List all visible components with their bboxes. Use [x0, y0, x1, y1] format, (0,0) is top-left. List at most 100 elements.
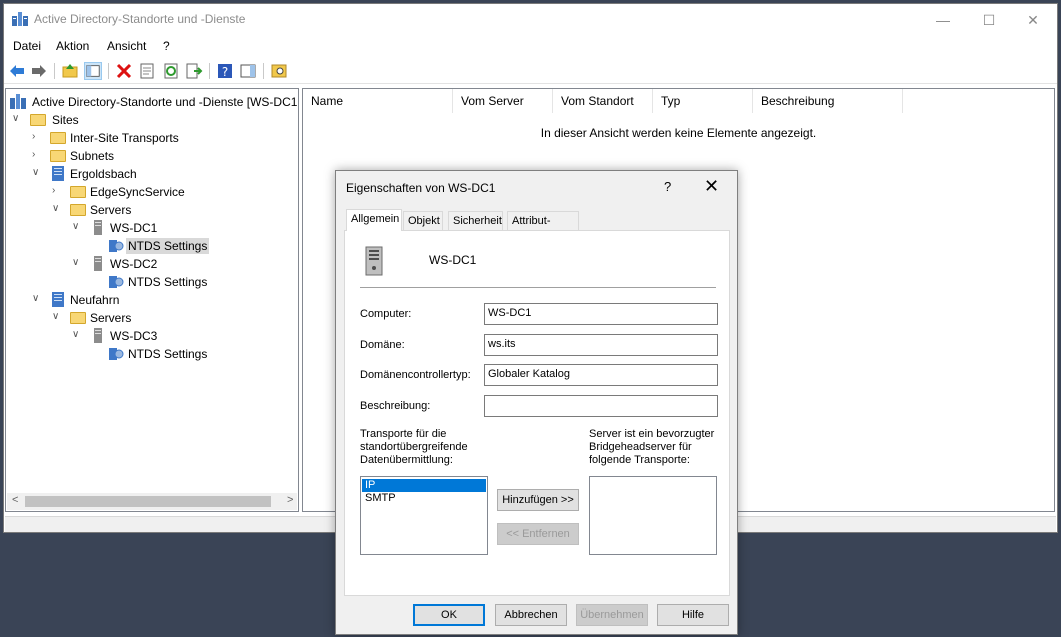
computer-label: Computer: [360, 308, 412, 320]
minimize-button[interactable]: — [920, 6, 966, 34]
console-tree[interactable]: Active Directory-Standorte und -Dienste … [5, 88, 299, 512]
tree-label-ntds-settings: NTDS Settings [126, 238, 210, 254]
column-header-vom-server[interactable]: Vom Server [453, 89, 553, 113]
find-icon[interactable] [270, 62, 288, 80]
toolbar-separator [263, 63, 264, 79]
collapsed-chevron-icon[interactable]: › [32, 149, 42, 160]
menu-help[interactable]: ? [163, 39, 170, 53]
export-list-icon[interactable] [185, 62, 203, 80]
domain-field[interactable]: ws.its [484, 334, 718, 356]
server-icon [94, 328, 102, 343]
server-icon [365, 246, 383, 276]
collapsed-chevron-icon[interactable]: › [52, 185, 62, 196]
svg-text:?: ? [222, 65, 228, 79]
tree-label-servers: Servers [90, 203, 132, 217]
collapsed-chevron-icon[interactable]: › [32, 131, 42, 142]
server-name: WS-DC1 [429, 253, 477, 267]
sites-services-app-icon [12, 12, 28, 26]
site-icon [52, 166, 64, 181]
transports-listbox[interactable]: IP SMTP [360, 476, 488, 555]
tab-attribut-editor[interactable]: Attribut-Editor [507, 211, 579, 245]
properties-icon[interactable] [138, 62, 156, 80]
dc-type-field[interactable]: Globaler Katalog [484, 364, 718, 386]
folder-icon [50, 150, 66, 162]
expanded-chevron-icon[interactable]: ∨ [72, 329, 82, 340]
show-hide-action-pane-icon[interactable] [239, 62, 257, 80]
list-item[interactable]: SMTP [362, 492, 486, 505]
cancel-button[interactable]: Abbrechen [495, 604, 567, 626]
tree-label-neufahrn: Neufahrn [70, 293, 120, 307]
tab-allgemein[interactable]: Allgemein [346, 209, 402, 231]
ntds-settings-icon [109, 276, 124, 288]
folder-icon [50, 132, 66, 144]
menu-aktion[interactable]: Aktion [56, 39, 89, 53]
back-icon[interactable] [8, 62, 26, 80]
maximize-button[interactable]: ☐ [966, 6, 1012, 34]
ntds-settings-icon [109, 348, 124, 360]
folder-icon [70, 186, 86, 198]
dialog-help-button[interactable]: ? [664, 179, 671, 194]
forward-icon[interactable] [30, 62, 48, 80]
title-bar: Active Directory-Standorte und -Dienste … [4, 4, 1057, 34]
bridgehead-transports-listbox[interactable] [589, 476, 717, 555]
tree-label-root: Active Directory-Standorte und -Dienste … [32, 95, 298, 109]
sites-services-icon [10, 94, 26, 109]
tab-objekt[interactable]: Objekt [403, 211, 443, 231]
help-button[interactable]: Hilfe [657, 604, 729, 626]
dialog-close-button[interactable]: ✕ [704, 176, 719, 196]
apply-button[interactable]: Übernehmen [576, 604, 648, 626]
tree-label-ws-dc3: WS-DC3 [110, 329, 158, 343]
divider [360, 287, 716, 288]
site-icon [52, 292, 64, 307]
dc-type-label: Domänencontrollertyp: [360, 369, 471, 381]
bridgehead-label: Server ist ein bevorzugter Bridgeheadser… [589, 428, 715, 466]
ntds-settings-icon [109, 240, 124, 252]
dialog-title: Eigenschaften von WS-DC1 [346, 181, 496, 195]
up-folder-icon[interactable] [61, 62, 79, 80]
tree-label-ergoldsbach: Ergoldsbach [70, 167, 137, 181]
column-header-vom-standort[interactable]: Vom Standort [553, 89, 653, 113]
expanded-chevron-icon[interactable]: ∨ [52, 203, 62, 214]
expanded-chevron-icon[interactable]: ∨ [72, 221, 82, 232]
scrollbar-thumb[interactable] [25, 496, 271, 507]
toolbar-separator [108, 63, 109, 79]
remove-button[interactable]: << Entfernen [497, 523, 579, 545]
show-hide-tree-icon[interactable] [84, 62, 102, 80]
close-button[interactable]: ✕ [1010, 6, 1056, 34]
properties-dialog: Eigenschaften von WS-DC1 ? ✕ Allgemein O… [335, 170, 738, 635]
folder-icon [70, 312, 86, 324]
list-item[interactable]: IP [362, 479, 486, 492]
expanded-chevron-icon[interactable]: ∨ [32, 293, 42, 304]
add-button[interactable]: Hinzufügen >> [497, 489, 579, 511]
expanded-chevron-icon[interactable]: ∨ [52, 311, 62, 322]
expanded-chevron-icon[interactable]: ∨ [32, 167, 42, 178]
column-header-beschreibung[interactable]: Beschreibung [753, 89, 903, 113]
scroll-right-icon[interactable]: > [287, 494, 293, 506]
tree-horizontal-scrollbar[interactable]: < > [7, 493, 297, 510]
tree-label-servers: Servers [90, 311, 132, 325]
computer-field[interactable]: WS-DC1 [484, 303, 718, 325]
scroll-left-icon[interactable]: < [12, 494, 18, 506]
folder-icon [30, 114, 46, 126]
menu-bar: Datei Aktion Ansicht ? [4, 36, 1057, 56]
column-header-typ[interactable]: Typ [653, 89, 753, 113]
tree-label-sites: Sites [52, 113, 79, 127]
refresh-icon[interactable] [162, 62, 180, 80]
description-field[interactable] [484, 395, 718, 417]
tree-label-ntds-settings: NTDS Settings [128, 275, 208, 289]
menu-ansicht[interactable]: Ansicht [107, 39, 146, 53]
ok-button[interactable]: OK [413, 604, 485, 626]
menu-datei[interactable]: Datei [13, 39, 41, 53]
expanded-chevron-icon[interactable]: ∨ [72, 257, 82, 268]
expanded-chevron-icon[interactable]: ∨ [12, 113, 22, 124]
column-header-name[interactable]: Name [303, 89, 453, 113]
folder-icon [70, 204, 86, 216]
help-icon[interactable]: ? [216, 62, 234, 80]
transports-label: Transporte für die standortübergreifende… [360, 428, 468, 466]
tab-panel-allgemein: WS-DC1 Computer: WS-DC1 Domäne: ws.its D… [344, 230, 730, 596]
server-icon [94, 220, 102, 235]
tab-sicherheit[interactable]: Sicherheit [448, 211, 503, 231]
delete-icon[interactable] [115, 62, 133, 80]
tree-label-ws-dc2: WS-DC2 [110, 257, 158, 271]
empty-view-message: In dieser Ansicht werden keine Elemente … [540, 126, 817, 140]
